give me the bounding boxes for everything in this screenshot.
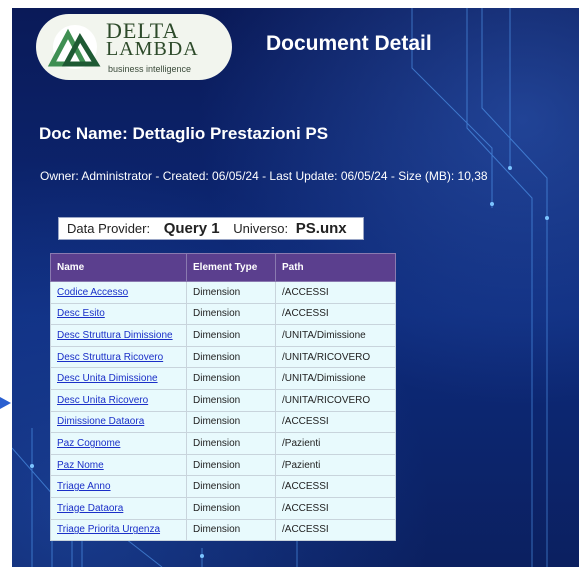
universe-label: Universo:	[233, 221, 289, 236]
delta-lambda-logo-icon	[47, 25, 101, 69]
cell-path: /ACCESSI	[275, 281, 396, 304]
delta-lambda-logo: DELTA LAMBDA business intelligence	[36, 14, 232, 80]
table-row: Triage Anno Dimension /ACCESSI	[50, 475, 396, 498]
cell-element-type: Dimension	[186, 432, 276, 455]
document-name: Doc Name: Dettaglio Prestazioni PS	[39, 124, 329, 143]
cell-element-type: Dimension	[186, 496, 276, 520]
cell-element-type: Dimension	[186, 345, 276, 369]
cell-name: Desc Unita Dimissione	[50, 367, 187, 390]
universe-name: PS.unx	[295, 220, 347, 237]
cell-name: Desc Unita Ricovero	[50, 388, 187, 412]
cell-name: Dimissione Dataora	[50, 410, 187, 434]
cell-path: /Pazienti	[275, 453, 396, 477]
data-provider-label: Data Provider:	[67, 221, 151, 236]
cell-element-type: Dimension	[186, 410, 276, 434]
cell-name: Triage Dataora	[50, 496, 187, 520]
element-link[interactable]: Desc Unita Ricovero	[57, 395, 148, 406]
table-row: Triage Priorita Urgenza Dimension /ACCES…	[50, 518, 396, 542]
element-link[interactable]: Desc Struttura Dimissione	[57, 330, 173, 341]
cell-path: /ACCESSI	[275, 518, 396, 542]
cell-path: /ACCESSI	[275, 410, 396, 434]
element-link[interactable]: Dimissione Dataora	[57, 416, 144, 427]
cell-path: /UNITA/Dimissione	[275, 324, 396, 347]
cell-path: /ACCESSI	[275, 302, 396, 326]
table-row: Codice Accesso Dimension /ACCESSI	[50, 281, 396, 304]
cell-name: Desc Struttura Dimissione	[50, 324, 187, 347]
cell-element-type: Dimension	[186, 302, 276, 326]
page-title: Document Detail	[266, 32, 432, 55]
document-detail-panel: DELTA LAMBDA business intelligence Docum…	[12, 8, 579, 567]
table-row: Desc Unita Dimissione Dimension /UNITA/D…	[50, 367, 396, 390]
cell-path: /ACCESSI	[275, 496, 396, 520]
element-link[interactable]: Paz Cognome	[57, 438, 120, 449]
elements-table: Name Element Type Path Codice Accesso Di…	[50, 253, 396, 542]
table-row: Desc Unita Ricovero Dimension /UNITA/RIC…	[50, 388, 396, 412]
element-link[interactable]: Desc Struttura Ricovero	[57, 352, 163, 363]
cell-element-type: Dimension	[186, 475, 276, 498]
element-link[interactable]: Paz Nome	[57, 460, 104, 471]
cell-element-type: Dimension	[186, 324, 276, 347]
document-metadata: Owner: Administrator - Created: 06/05/24…	[40, 169, 488, 183]
table-header-row: Name Element Type Path	[50, 253, 396, 282]
cell-element-type: Dimension	[186, 367, 276, 390]
cell-name: Triage Priorita Urgenza	[50, 518, 187, 542]
table-row: Paz Cognome Dimension /Pazienti	[50, 432, 396, 455]
cell-path: /ACCESSI	[275, 475, 396, 498]
logo-text-lambda: LAMBDA	[106, 38, 199, 60]
cell-path: /UNITA/RICOVERO	[275, 345, 396, 369]
cell-name: Paz Nome	[50, 453, 187, 477]
element-link[interactable]: Triage Anno	[57, 481, 111, 492]
column-header-element-type: Element Type	[186, 253, 276, 282]
table-row: Desc Struttura Ricovero Dimension /UNITA…	[50, 345, 396, 369]
table-row: Desc Esito Dimension /ACCESSI	[50, 302, 396, 326]
column-header-path: Path	[275, 253, 396, 282]
cell-name: Codice Accesso	[50, 281, 187, 304]
cell-name: Paz Cognome	[50, 432, 187, 455]
cell-name: Triage Anno	[50, 475, 187, 498]
cell-path: /Pazienti	[275, 432, 396, 455]
element-link[interactable]: Triage Priorita Urgenza	[57, 524, 160, 535]
cell-path: /UNITA/Dimissione	[275, 367, 396, 390]
query-name: Query 1	[163, 220, 220, 237]
cell-element-type: Dimension	[186, 388, 276, 412]
cell-name: Desc Esito	[50, 302, 187, 326]
element-link[interactable]: Codice Accesso	[57, 287, 128, 298]
table-row: Paz Nome Dimension /Pazienti	[50, 453, 396, 477]
element-link[interactable]: Desc Esito	[57, 308, 105, 319]
cell-name: Desc Struttura Ricovero	[50, 345, 187, 369]
data-provider-box: Data Provider: Query 1 Universo: PS.unx	[58, 217, 364, 240]
cell-element-type: Dimension	[186, 453, 276, 477]
cell-element-type: Dimension	[186, 518, 276, 542]
column-header-name: Name	[50, 253, 187, 282]
cell-path: /UNITA/RICOVERO	[275, 388, 396, 412]
pointer-arrow-icon	[0, 397, 11, 409]
element-link[interactable]: Triage Dataora	[57, 503, 123, 514]
cell-element-type: Dimension	[186, 281, 276, 304]
logo-tagline: business intelligence	[108, 64, 192, 74]
table-row: Dimissione Dataora Dimension /ACCESSI	[50, 410, 396, 434]
element-link[interactable]: Desc Unita Dimissione	[57, 373, 158, 384]
table-row: Triage Dataora Dimension /ACCESSI	[50, 496, 396, 520]
table-row: Desc Struttura Dimissione Dimension /UNI…	[50, 324, 396, 347]
